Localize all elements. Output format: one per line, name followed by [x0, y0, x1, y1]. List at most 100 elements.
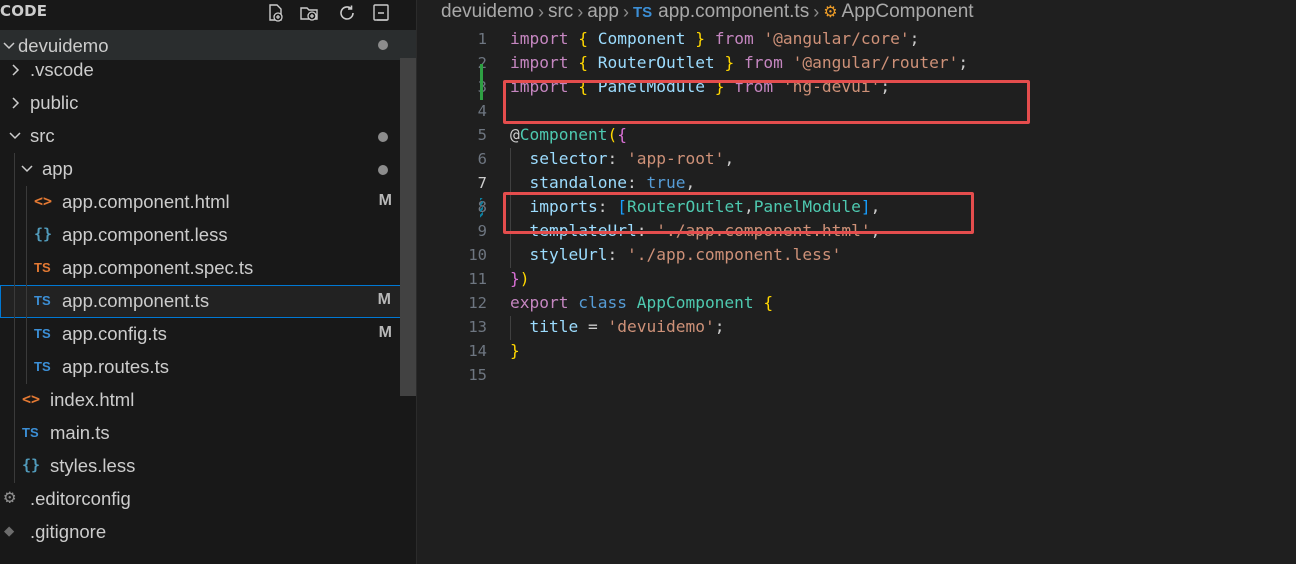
tree-item-label: styles.less — [50, 455, 136, 476]
code-text: standalone: true, — [510, 173, 696, 192]
tree-item[interactable]: app — [0, 153, 400, 186]
code-token: } — [724, 53, 735, 72]
line-number: 9 — [477, 222, 487, 240]
less-file-icon: {} — [22, 456, 41, 474]
added-line-marker — [480, 64, 483, 100]
typescript-file-icon: TS — [34, 293, 51, 308]
code-editor[interactable]: devuidemo › src › app › TS app.component.ts › ⚙ Ap… — [417, 0, 1296, 564]
explorer-sidebar: CODE devuidemo .vscode public src app <> app.… — [0, 0, 416, 564]
code-token: ; — [958, 53, 969, 72]
line-number: 11 — [468, 270, 487, 288]
tree-item[interactable]: ◆ .gitignore — [0, 516, 400, 549]
code-token: export — [510, 293, 569, 312]
code-line[interactable]: 6 selector: 'app-root', — [417, 148, 1296, 172]
refresh-icon[interactable] — [334, 1, 360, 25]
code-token: import — [510, 29, 569, 48]
code-token: : — [607, 245, 627, 264]
code-line[interactable]: 13 title = 'devuidemo'; — [417, 316, 1296, 340]
code-line[interactable]: 15 — [417, 364, 1296, 388]
line-number: 5 — [477, 126, 487, 144]
tree-item-label: app.component.spec.ts — [62, 257, 254, 278]
code-line[interactable]: 12 export class AppComponent { — [417, 292, 1296, 316]
code-token: , — [685, 173, 696, 192]
code-token: ; — [909, 29, 920, 48]
code-token: from — [714, 29, 754, 48]
code-token: '@angular/router' — [792, 53, 959, 72]
code-token: AppComponent — [636, 293, 754, 312]
sidebar-scrollbar[interactable] — [400, 58, 416, 396]
tree-item[interactable]: ⚙ .editorconfig — [0, 483, 400, 516]
tree-item[interactable]: TS app.routes.ts — [0, 351, 400, 384]
modified-dot — [378, 165, 388, 175]
code-token: styleUrl — [529, 245, 608, 264]
code-text: @Component({ — [510, 125, 627, 144]
code-token: : — [607, 149, 627, 168]
typescript-file-icon: TS — [632, 3, 653, 21]
breadcrumb-item[interactable]: src — [548, 1, 573, 22]
tree-item[interactable]: TS app.component.spec.ts — [0, 252, 400, 285]
collapse-all-icon[interactable] — [368, 1, 394, 25]
code-line[interactable]: 14} — [417, 340, 1296, 364]
tree-item-label: .editorconfig — [30, 488, 131, 509]
tree-item[interactable]: <> index.html — [0, 384, 400, 417]
tree-item[interactable]: TS app.component.ts M — [0, 285, 415, 318]
breadcrumb-item[interactable]: app.component.ts — [658, 1, 809, 22]
tree-item-label: .vscode — [30, 59, 94, 80]
chevron-right-icon: › — [537, 1, 544, 22]
code-token: { — [617, 125, 627, 144]
class-symbol-icon: ⚙ — [823, 4, 838, 21]
code-text: } — [510, 341, 520, 360]
code-token: './app.component.less' — [626, 245, 842, 264]
code-line[interactable]: 10 styleUrl: './app.component.less' — [417, 244, 1296, 268]
code-token: ( — [607, 125, 618, 144]
breadcrumb-item[interactable]: app — [587, 1, 619, 22]
code-text: import { Component } from '@angular/core… — [510, 29, 919, 48]
code-token: standalone — [529, 173, 627, 192]
tree-item[interactable]: .vscode — [0, 54, 400, 87]
tree-item[interactable]: <> app.component.html M — [0, 186, 400, 219]
code-token: Component — [597, 29, 686, 48]
code-token: import — [510, 53, 569, 72]
tree-item-label: public — [30, 92, 79, 113]
tree-item-label: app.routes.ts — [62, 356, 169, 377]
tree-item[interactable]: src — [0, 120, 400, 153]
typescript-spec-file-icon: TS — [34, 260, 51, 275]
chevron-down-icon — [8, 128, 22, 144]
new-file-icon[interactable] — [262, 1, 288, 25]
code-line[interactable]: 11}) — [417, 268, 1296, 292]
code-line[interactable]: 2 import { RouterOutlet } from '@angular/… — [417, 52, 1296, 76]
modified-dot — [378, 40, 388, 50]
code-token: RouterOutlet — [597, 53, 715, 72]
code-token: } — [695, 29, 705, 48]
tree-item[interactable]: {} app.component.less — [0, 219, 400, 252]
line-number: 10 — [468, 246, 487, 264]
breadcrumb-item[interactable]: AppComponent — [842, 1, 974, 22]
new-folder-icon[interactable] — [296, 1, 322, 25]
code-line[interactable]: 5 @Component({ — [417, 124, 1296, 148]
explorer-title: CODE — [0, 2, 48, 20]
tree-item[interactable]: TS main.ts — [0, 417, 400, 450]
breadcrumb-item[interactable]: devuidemo — [441, 1, 534, 22]
tree-item[interactable]: public — [0, 87, 400, 120]
indent-guide — [26, 186, 27, 384]
tree-item[interactable]: TS app.config.ts M — [0, 318, 400, 351]
less-file-icon: {} — [34, 225, 53, 243]
indent-guide — [14, 153, 15, 483]
code-line[interactable]: 1 import { Component } from '@angular/cor… — [417, 28, 1296, 52]
tree-item[interactable]: {} styles.less — [0, 450, 400, 483]
annotation-box-import — [503, 80, 1030, 124]
chevron-right-icon: › — [577, 1, 584, 22]
code-token: = — [578, 317, 608, 336]
code-token: { — [578, 53, 588, 72]
html-file-icon: <> — [34, 192, 53, 210]
typescript-file-icon: TS — [22, 425, 39, 440]
tree-item-label: index.html — [50, 389, 135, 410]
